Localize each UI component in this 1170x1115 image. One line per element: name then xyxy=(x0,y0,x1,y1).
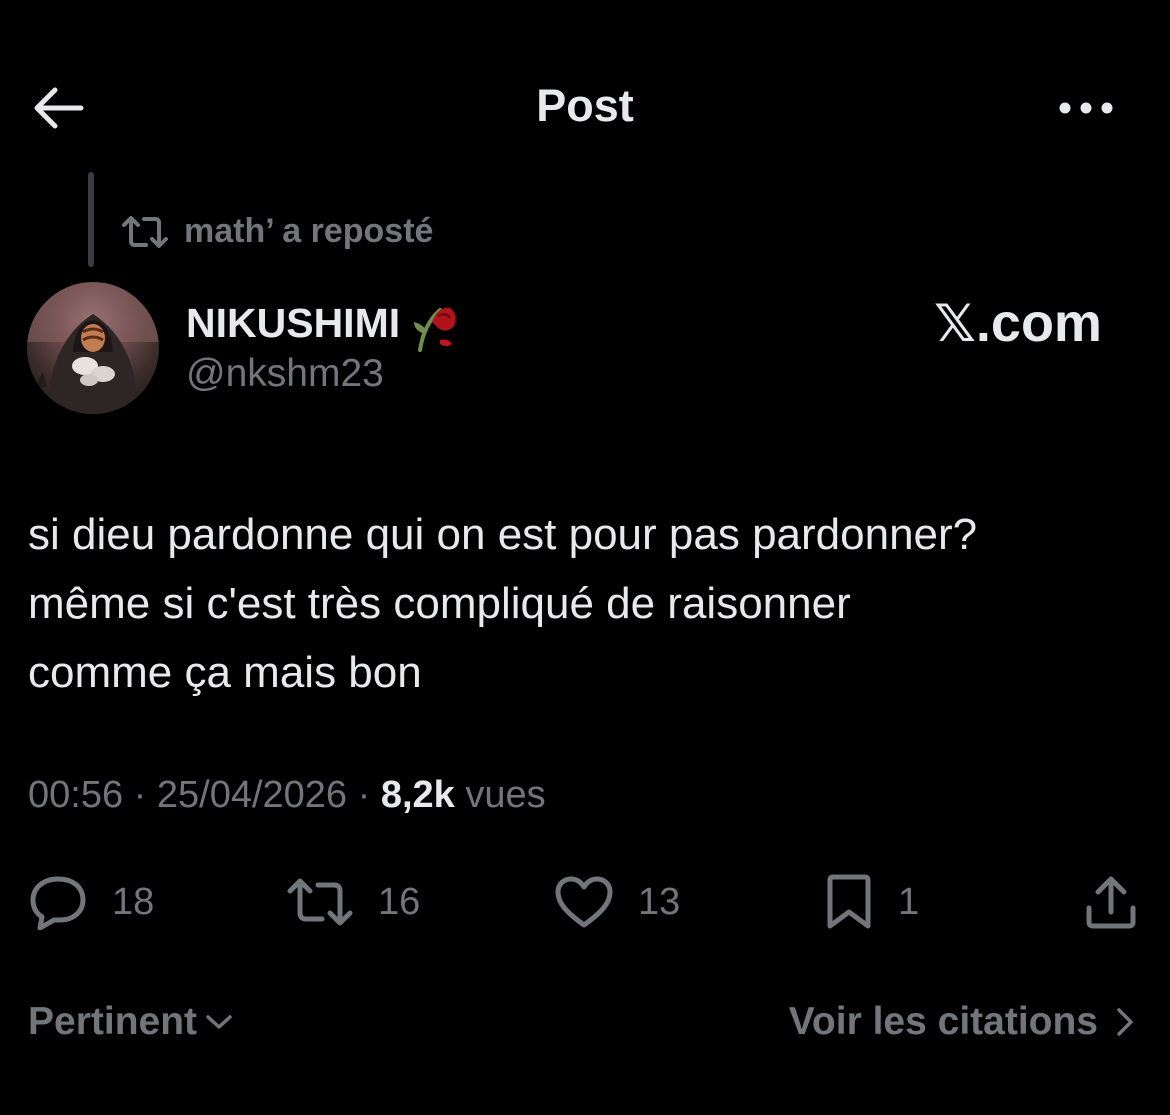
post-date: 25/04/2026 xyxy=(156,774,348,816)
author-display-name: NIKUSHIMI xyxy=(186,299,401,346)
reply-button[interactable]: 18 xyxy=(28,870,154,934)
views-label: vues xyxy=(454,774,546,816)
x-logo-icon: 𝕏 xyxy=(934,294,976,354)
page-title: Post xyxy=(536,80,634,131)
bookmark-button[interactable]: 1 xyxy=(824,870,919,934)
thread-line xyxy=(88,172,94,267)
share-icon xyxy=(1086,876,1136,929)
avatar[interactable] xyxy=(27,282,159,414)
chevron-down-icon xyxy=(206,1015,232,1029)
repost-icon xyxy=(122,215,168,248)
watermark-text: .com xyxy=(975,293,1102,353)
view-quotes-label: Voir les citations xyxy=(788,1000,1098,1043)
wilted-rose-icon xyxy=(414,307,456,352)
author-name-row[interactable]: NIKUSHIMI xyxy=(186,294,462,352)
repost-label: math’ a reposté xyxy=(184,212,434,250)
post-meta: 00:56 · 25/04/2026 · 8,2k vues xyxy=(28,774,546,817)
reply-count: 18 xyxy=(112,880,155,923)
bookmark-icon xyxy=(827,874,871,929)
post-text-line: si dieu pardonne qui on est pour pas par… xyxy=(28,510,978,559)
like-count: 13 xyxy=(638,880,681,923)
bookmark-count: 1 xyxy=(898,880,920,923)
like-button[interactable]: 13 xyxy=(554,870,680,934)
repost-button[interactable]: 16 xyxy=(286,870,420,934)
post-text: si dieu pardonne qui on est pour pas par… xyxy=(28,500,1148,707)
author-handle[interactable]: @nkshm23 xyxy=(186,352,384,396)
sort-dropdown[interactable]: Pertinent xyxy=(28,1000,233,1044)
meta-separator: · xyxy=(347,774,381,816)
meta-separator: · xyxy=(123,774,157,816)
more-dots-icon xyxy=(1059,102,1113,114)
view-quotes-link[interactable]: Voir les citations xyxy=(789,1000,1134,1044)
avatar-image xyxy=(27,282,159,414)
post-text-line: même si c'est très compliqué de raisonne… xyxy=(28,579,851,628)
post-text-line: comme ça mais bon xyxy=(28,648,422,697)
repost-context[interactable]: math’ a reposté xyxy=(120,212,433,251)
post-time: 00:56 xyxy=(28,774,124,816)
views-count[interactable]: 8,2k xyxy=(381,774,455,816)
repost-icon xyxy=(287,878,353,926)
share-button[interactable] xyxy=(1084,870,1138,934)
chevron-right-icon xyxy=(1117,1008,1133,1036)
sort-label: Pertinent xyxy=(28,1000,198,1043)
heart-icon xyxy=(555,876,613,928)
reply-icon xyxy=(30,876,86,930)
x-com-watermark: 𝕏 .com xyxy=(934,292,1102,354)
more-options-button[interactable] xyxy=(1050,78,1122,138)
repost-count: 16 xyxy=(378,880,421,923)
